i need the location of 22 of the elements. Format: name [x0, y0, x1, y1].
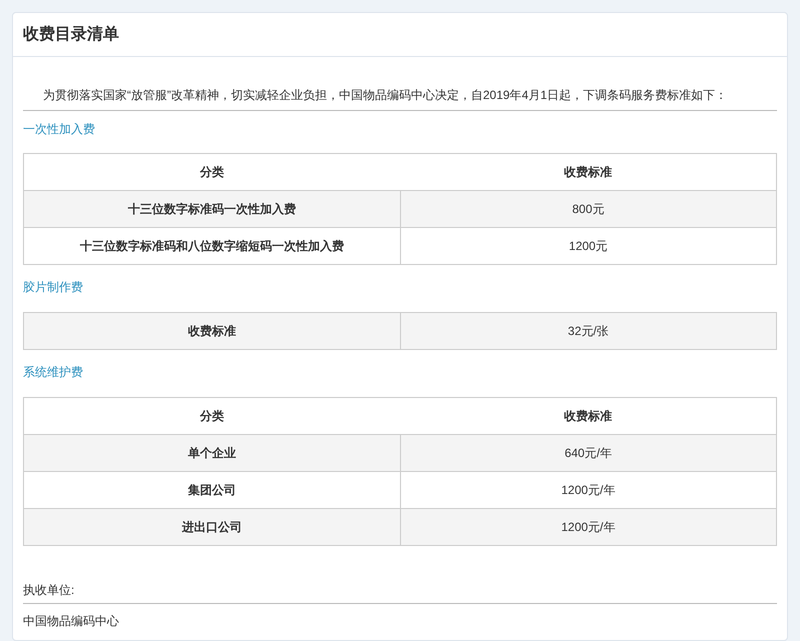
section-label: 一次性加入费	[23, 121, 96, 138]
table-cell: 32元/张	[400, 312, 776, 350]
table-cell: 800元	[400, 190, 776, 228]
table-cell: 1200元	[400, 228, 776, 264]
column-header: 收费标准	[400, 154, 776, 190]
table-cell: 十三位数字标准码一次性加入费	[24, 190, 400, 228]
column-header: 分类	[24, 398, 400, 434]
table-cell: 单个企业	[24, 434, 400, 472]
table-cell: 1200元/年	[400, 472, 776, 508]
intro-paragraph: 为贯彻落实国家“放管服”改革精神，切实减轻企业负担，中国物品编码中心决定，自2019年4月1日起，下调条码服务费标准如下：	[23, 82, 777, 111]
section-label: 胶片制作费	[23, 279, 84, 296]
table-cell: 收费标准	[24, 312, 400, 350]
column-header: 分类	[24, 154, 400, 190]
table-cell: 640元/年	[400, 434, 776, 472]
table-cell: 1200元/年	[400, 508, 776, 546]
section-label: 系统维护费	[23, 364, 84, 381]
footer-label: 执收单位:	[23, 576, 777, 604]
table-cell: 进出口公司	[24, 508, 400, 546]
column-header: 收费标准	[400, 398, 776, 434]
panel-title: 收费目录清单	[23, 24, 119, 44]
footer-value: 中国物品编码中心	[23, 613, 120, 630]
table-cell: 十三位数字标准码和八位数字缩短码一次性加入费	[24, 228, 400, 264]
